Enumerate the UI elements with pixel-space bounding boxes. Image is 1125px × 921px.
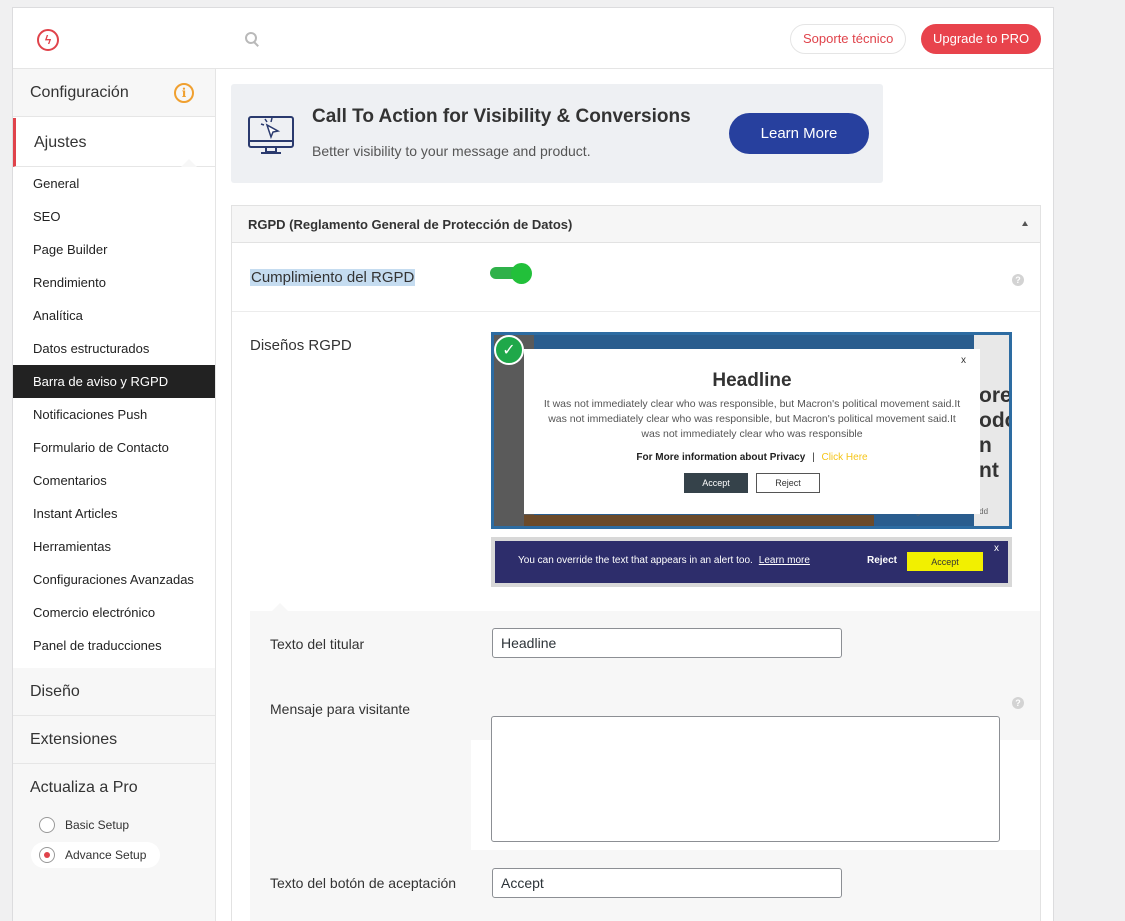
selected-check-icon: ✓: [494, 335, 524, 365]
sidebar-section-label: Configuración: [30, 84, 129, 101]
learn-more-button[interactable]: Learn More: [729, 113, 869, 154]
sub-form-caret: [272, 603, 288, 611]
bar-accept-button: Accept: [907, 552, 983, 571]
sidebar-item-instant-articles[interactable]: Instant Articles: [13, 497, 215, 530]
panel-header[interactable]: RGPD (Reglamento General de Protección d…: [232, 206, 1040, 243]
upgrade-pro-button[interactable]: Upgrade to PRO: [921, 24, 1042, 54]
support-button[interactable]: Soporte técnico: [790, 24, 907, 54]
sidebar-section-label: Extensiones: [30, 731, 118, 748]
sidebar-section-label: Ajustes: [34, 134, 87, 151]
preview-background-text: ore odo n nt: [979, 384, 1012, 482]
design-option-bar[interactable]: You can override the text that appears i…: [491, 537, 1012, 587]
popup-info: For More information about Privacy | Cli…: [636, 452, 868, 463]
sidebar-item-comentarios[interactable]: Comentarios: [13, 464, 215, 497]
accept-field-label: Texto del botón de aceptación: [270, 875, 457, 891]
sidebar-item-herramientas[interactable]: Herramientas: [13, 530, 215, 563]
advance-setup-radio[interactable]: Advance Setup: [31, 842, 161, 868]
design-option-popup[interactable]: ore odo n nt At the height of America's …: [491, 332, 1012, 529]
sidebar-submenu: General SEO Page Builder Rendimiento Ana…: [13, 167, 215, 662]
lightning-logo-icon[interactable]: ϟ: [37, 29, 59, 51]
sidebar-section-diseno[interactable]: Diseño: [13, 668, 215, 716]
setup-mode-panel: Basic Setup Advance Setup: [13, 805, 215, 921]
toggle-knob: [511, 263, 532, 284]
cta-banner: Call To Action for Visibility & Conversi…: [231, 84, 883, 183]
sidebar-item-page-builder[interactable]: Page Builder: [13, 233, 215, 266]
bar-learn-more: Learn more: [758, 555, 810, 566]
close-icon: x: [994, 543, 999, 554]
sidebar-section-label: Actualiza a Pro: [30, 779, 138, 796]
popup-reject-button: Reject: [756, 473, 820, 493]
sidebar-item-formulario-contacto[interactable]: Formulario de Contacto: [13, 431, 215, 464]
headline-field-label: Texto del titular: [270, 636, 365, 652]
sidebar-section-label: Diseño: [30, 683, 80, 700]
basic-setup-radio[interactable]: Basic Setup: [31, 812, 143, 838]
preview-background: [524, 515, 874, 526]
close-icon: x: [961, 355, 966, 366]
sidebar-item-datos-estructurados[interactable]: Datos estructurados: [13, 332, 215, 365]
cta-subtitle: Better visibility to your message and pr…: [312, 143, 591, 159]
popup-info-link: Click Here: [821, 452, 868, 463]
sidebar-item-seo[interactable]: SEO: [13, 200, 215, 233]
sidebar-item-configuraciones-avanzadas[interactable]: Configuraciones Avanzadas: [13, 563, 215, 596]
info-icon[interactable]: i: [174, 83, 194, 103]
popup-preview: x Headline It was not immediately clear …: [524, 349, 980, 514]
collapse-arrow-icon[interactable]: [1022, 221, 1028, 226]
panel-title: RGPD (Reglamento General de Protección d…: [248, 217, 573, 232]
monitor-click-icon: [248, 116, 294, 154]
sidebar: Configuración i Ajustes General SEO Page…: [13, 69, 215, 921]
rgpd-panel: RGPD (Reglamento General de Protección d…: [231, 205, 1041, 921]
bar-preview: You can override the text that appears i…: [495, 541, 1008, 583]
help-icon[interactable]: ?: [1012, 274, 1024, 286]
main-content: Call To Action for Visibility & Conversi…: [215, 69, 1053, 921]
popup-body: It was not immediately clear who was res…: [543, 398, 961, 440]
message-field-label: Mensaje para visitante: [270, 701, 411, 717]
sidebar-section-extensiones[interactable]: Extensiones: [13, 716, 215, 764]
headline-input[interactable]: [492, 628, 842, 658]
sidebar-item-comercio-electronico[interactable]: Comercio electrónico: [13, 596, 215, 629]
bar-text: You can override the text that appears i…: [518, 555, 810, 566]
popup-accept-button: Accept: [684, 473, 748, 493]
radio-label: Advance Setup: [65, 848, 147, 862]
sidebar-section-ajustes[interactable]: Ajustes: [13, 118, 215, 167]
cta-title: Call To Action for Visibility & Conversi…: [312, 106, 691, 127]
bar-message: You can override the text that appears i…: [518, 555, 753, 566]
sidebar-item-panel-traducciones[interactable]: Panel de traducciones: [13, 629, 215, 662]
bar-reject: Reject: [867, 555, 898, 566]
sidebar-item-notificaciones-push[interactable]: Notificaciones Push: [13, 398, 215, 431]
sidebar-item-analitica[interactable]: Analítica: [13, 299, 215, 332]
search-icon[interactable]: [245, 32, 259, 46]
accept-button-text-input[interactable]: [492, 868, 842, 898]
designs-label: Diseños RGPD: [250, 337, 352, 354]
active-caret-icon: [181, 159, 197, 167]
sidebar-item-barra-aviso-rgpd[interactable]: Barra de aviso y RGPD: [13, 365, 215, 398]
top-bar: ϟ Soporte técnico Upgrade to PRO: [13, 8, 1053, 69]
sidebar-item-general[interactable]: General: [13, 167, 215, 200]
message-textarea[interactable]: [491, 716, 1000, 842]
compliance-label: Cumplimiento del RGPD: [250, 269, 416, 286]
app-frame: ϟ Soporte técnico Upgrade to PRO Configu…: [12, 7, 1054, 921]
sidebar-section-configuracion[interactable]: Configuración i: [13, 69, 215, 117]
radio-circle-selected-icon[interactable]: [39, 847, 55, 863]
help-icon[interactable]: ?: [1012, 697, 1024, 709]
radio-circle-icon[interactable]: [39, 817, 55, 833]
divider: [232, 311, 1040, 312]
popup-headline: Headline: [712, 370, 792, 391]
popup-info-text: For More information about Privacy: [636, 452, 806, 463]
compliance-toggle[interactable]: [490, 263, 534, 284]
radio-label: Basic Setup: [65, 818, 130, 832]
sidebar-item-rendimiento[interactable]: Rendimiento: [13, 266, 215, 299]
compliance-label-text: Cumplimiento del RGPD: [250, 269, 416, 286]
